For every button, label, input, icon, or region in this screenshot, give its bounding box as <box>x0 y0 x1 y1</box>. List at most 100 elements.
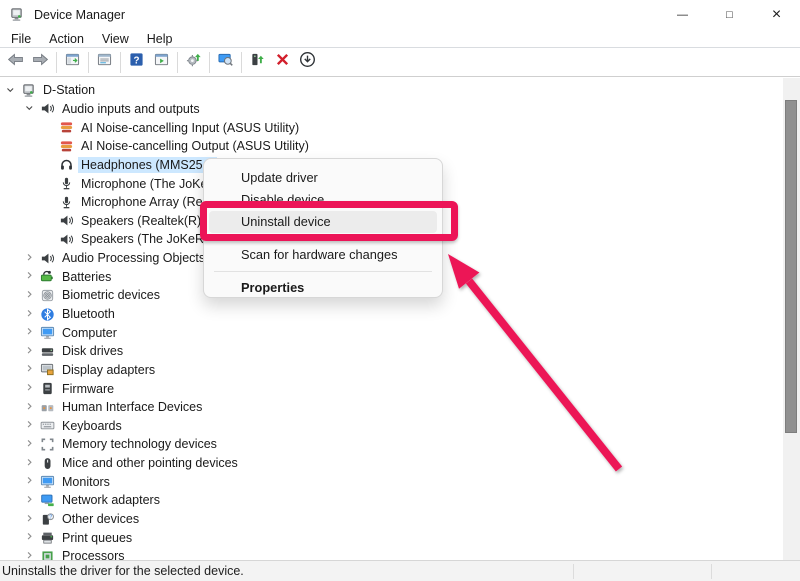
chevron-right-icon[interactable] <box>22 492 39 508</box>
microphone-icon <box>58 194 75 210</box>
tree-item-audio-inputs-and-outputs[interactable]: Audio inputs and outputs <box>0 100 783 119</box>
tree-item-label[interactable]: Keyboards <box>59 418 125 434</box>
chevron-spacer <box>41 120 58 136</box>
tree-item-label[interactable]: Memory technology devices <box>59 436 220 452</box>
chevron-right-icon[interactable] <box>22 287 39 303</box>
tree-item-bluetooth[interactable]: Bluetooth <box>0 305 783 324</box>
close-button[interactable]: × <box>753 0 800 30</box>
scan-hardware-button[interactable] <box>213 50 238 74</box>
unknown-device-icon: ? <box>39 511 56 527</box>
title-bar: Device Manager —□× <box>0 0 800 30</box>
tree-item-network-adapters[interactable]: Network adapters <box>0 491 783 510</box>
chevron-down-icon[interactable] <box>3 82 20 98</box>
tree-item-label[interactable]: Audio inputs and outputs <box>59 101 203 117</box>
tree-item-label[interactable]: Bluetooth <box>59 306 118 322</box>
tree-item-label[interactable]: AI Noise-cancelling Input (ASUS Utility) <box>78 120 302 136</box>
svg-text:?: ? <box>133 55 139 66</box>
tree-item-label[interactable]: Print queues <box>59 530 135 546</box>
tree-item-label[interactable]: Headphones (MMS25 <box>78 157 217 173</box>
chevron-right-icon[interactable] <box>22 418 39 434</box>
back-icon <box>7 51 24 73</box>
menu-item-update-driver[interactable]: Update driver <box>209 167 437 189</box>
tree-item-print-queues[interactable]: Print queues <box>0 528 783 547</box>
menu-item-scan-for-hardware-changes[interactable]: Scan for hardware changes <box>209 244 437 266</box>
add-driver-button[interactable] <box>245 50 270 74</box>
disable-device-button[interactable] <box>295 50 320 74</box>
tree-item-label[interactable]: Microphone Array (Re <box>78 194 206 210</box>
tree-item-label[interactable]: Microphone (The JoKe <box>78 176 210 192</box>
chevron-right-icon[interactable] <box>22 362 39 378</box>
tree-item-label[interactable]: Firmware <box>59 381 117 397</box>
tree-item-label[interactable]: Batteries <box>59 269 114 285</box>
tree-item-label[interactable]: Disk drives <box>59 343 126 359</box>
tree-item-label[interactable]: AI Noise-cancelling Output (ASUS Utility… <box>78 138 312 154</box>
uninstall-device-button[interactable] <box>270 50 295 74</box>
tree-item-computer[interactable]: Computer <box>0 323 783 342</box>
tree-item-keyboards[interactable]: Keyboards <box>0 417 783 436</box>
chevron-down-icon[interactable] <box>22 101 39 117</box>
tree-item-human-interface-devices[interactable]: Human Interface Devices <box>0 398 783 417</box>
tree-item-disk-drives[interactable]: Disk drives <box>0 342 783 361</box>
chevron-right-icon[interactable] <box>22 474 39 490</box>
show-console-tree-button[interactable] <box>60 50 85 74</box>
toolbar-separator <box>56 52 57 73</box>
audio-endpoint-icon <box>58 120 75 136</box>
back-button[interactable] <box>3 50 28 74</box>
vertical-scrollbar[interactable] <box>783 78 800 560</box>
uninstall-device-icon <box>275 52 290 72</box>
update-driver-button[interactable] <box>181 50 206 74</box>
audio-endpoint-icon <box>58 138 75 154</box>
scrollbar-thumb[interactable] <box>785 100 797 433</box>
forward-button[interactable] <box>28 50 53 74</box>
chevron-right-icon[interactable] <box>22 548 39 560</box>
tree-item-label[interactable]: Monitors <box>59 474 113 490</box>
tree-item-processors[interactable]: Processors <box>0 547 783 560</box>
chevron-right-icon[interactable] <box>22 306 39 322</box>
speaker-icon <box>58 231 75 247</box>
menu-action[interactable]: Action <box>40 32 93 46</box>
chevron-right-icon[interactable] <box>22 250 39 266</box>
menu-bar: FileActionViewHelp <box>0 30 800 48</box>
menu-view[interactable]: View <box>93 32 138 46</box>
help-button[interactable]: ? <box>124 50 149 74</box>
tree-item-label[interactable]: Display adapters <box>59 362 158 378</box>
tree-item-label[interactable]: Mice and other pointing devices <box>59 455 241 471</box>
chevron-right-icon[interactable] <box>22 530 39 546</box>
processor-icon <box>39 548 56 560</box>
tree-item-label[interactable]: Other devices <box>59 511 142 527</box>
chevron-right-icon[interactable] <box>22 325 39 341</box>
minimize-button[interactable]: — <box>659 0 706 30</box>
tree-item-label[interactable]: Biometric devices <box>59 287 163 303</box>
tree-item-firmware[interactable]: Firmware <box>0 379 783 398</box>
tree-item-ai-noise-cancelling-input-asus-utility[interactable]: AI Noise-cancelling Input (ASUS Utility) <box>0 118 783 137</box>
chevron-right-icon[interactable] <box>22 511 39 527</box>
chevron-spacer <box>41 231 58 247</box>
menu-item-properties[interactable]: Properties <box>209 277 437 299</box>
tree-item-monitors[interactable]: Monitors <box>0 472 783 491</box>
tree-item-label[interactable]: Computer <box>59 325 120 341</box>
tree-item-label[interactable]: Network adapters <box>59 492 163 508</box>
tree-item-memory-technology-devices[interactable]: Memory technology devices <box>0 435 783 454</box>
chevron-right-icon[interactable] <box>22 399 39 415</box>
tree-item-other-devices[interactable]: ?Other devices <box>0 510 783 529</box>
chevron-right-icon[interactable] <box>22 436 39 452</box>
tree-item-label[interactable]: Speakers (The JoKeR H <box>78 231 219 247</box>
tree-item-ai-noise-cancelling-output-asus-utility[interactable]: AI Noise-cancelling Output (ASUS Utility… <box>0 137 783 156</box>
menu-file[interactable]: File <box>2 32 40 46</box>
chevron-right-icon[interactable] <box>22 455 39 471</box>
tree-item-label[interactable]: D-Station <box>40 82 98 98</box>
tree-item-mice-and-other-pointing-devices[interactable]: Mice and other pointing devices <box>0 454 783 473</box>
tree-item-d-station[interactable]: D-Station <box>0 81 783 100</box>
tree-item-label[interactable]: Processors <box>59 548 128 560</box>
tree-item-label[interactable]: Speakers (Realtek(R) A <box>78 213 215 229</box>
tree-item-label[interactable]: Human Interface Devices <box>59 399 205 415</box>
action-pane-button[interactable] <box>149 50 174 74</box>
properties-button[interactable] <box>92 50 117 74</box>
chevron-right-icon[interactable] <box>22 343 39 359</box>
maximize-button[interactable]: □ <box>706 0 753 30</box>
chevron-right-icon[interactable] <box>22 381 39 397</box>
chevron-right-icon[interactable] <box>22 269 39 285</box>
menu-help[interactable]: Help <box>138 32 182 46</box>
tree-item-label[interactable]: Audio Processing Objects <box>59 250 208 266</box>
tree-item-display-adapters[interactable]: Display adapters <box>0 361 783 380</box>
